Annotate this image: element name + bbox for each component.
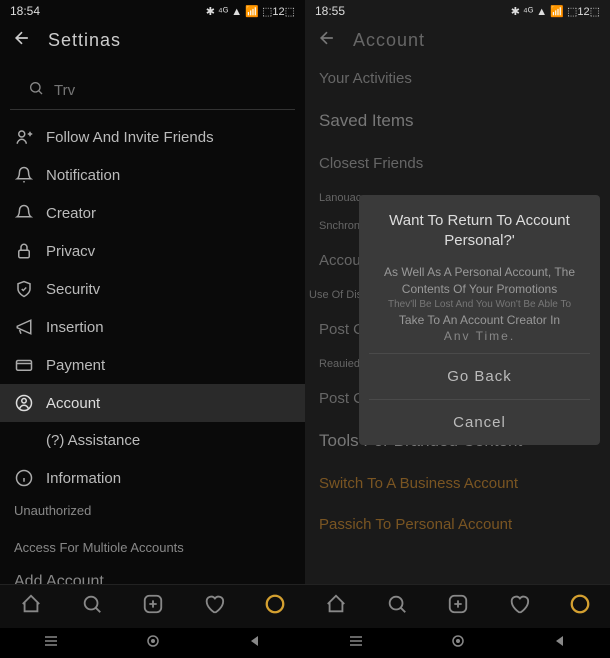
page-title: Account [353, 30, 425, 51]
menu-insertion[interactable]: Insertion [0, 308, 305, 346]
bell-icon [14, 166, 34, 184]
status-time: 18:54 [10, 4, 40, 18]
menu-notification[interactable]: Notification [0, 156, 305, 194]
shield-icon [14, 280, 34, 298]
add-icon[interactable] [447, 593, 469, 620]
menu-creator[interactable]: Creator [0, 194, 305, 232]
search-icon[interactable] [386, 593, 408, 620]
page-title: Settinas [48, 30, 121, 51]
menu-follow-invite[interactable]: Follow And Invite Friends [0, 118, 305, 156]
menu-information[interactable]: Information [0, 459, 305, 497]
heart-icon[interactable] [203, 593, 225, 620]
status-bar: 18:54 ✱ ⁴ᴳ ▲ 📶 ⬚12⬚ [0, 0, 305, 22]
sys-home-icon[interactable] [451, 634, 465, 653]
menu-label: Privacv [46, 243, 95, 260]
item-saved[interactable]: Saved Items [305, 99, 610, 143]
menu-label: Account [46, 395, 100, 412]
menu-label: Notification [46, 167, 120, 184]
add-icon[interactable] [142, 593, 164, 620]
item-closest-friends[interactable]: Closest Friends [305, 143, 610, 184]
menu-label: Payment [46, 357, 105, 374]
header: Settinas [0, 22, 305, 58]
modal-line: Take To An Account Creator In [369, 312, 590, 329]
system-nav [305, 628, 610, 658]
modal-line: As Well As A Personal Account, The Conte… [369, 264, 590, 298]
system-nav [0, 628, 305, 658]
menu-assistance[interactable]: (?) Assistance [0, 422, 305, 459]
menu-label: Securitv [46, 281, 100, 298]
menu-label: Information [46, 470, 121, 487]
item-switch-personal[interactable]: Passich To Personal Account [305, 504, 610, 545]
screen-account: 18:55 ✱ ⁴ᴳ ▲ 📶 ⬚12⬚ Account Your Activit… [305, 0, 610, 658]
search-icon[interactable] [81, 593, 103, 620]
megaphone-icon [14, 318, 34, 336]
menu-security[interactable]: Securitv [0, 270, 305, 308]
modal-line: Anv Time. [369, 328, 590, 345]
home-icon[interactable] [325, 593, 347, 620]
back-icon[interactable] [317, 28, 337, 53]
menu-label: Follow And Invite Friends [46, 129, 214, 146]
profile-icon[interactable] [264, 593, 286, 620]
menu-label: Insertion [46, 319, 104, 336]
menu-payment[interactable]: Payment [0, 346, 305, 384]
sys-menu-icon[interactable] [44, 634, 58, 653]
modal-cancel-button[interactable]: Cancel [369, 399, 590, 445]
home-icon[interactable] [20, 593, 42, 620]
info-icon [14, 469, 34, 487]
sys-back-icon[interactable] [554, 634, 566, 652]
modal-title: Want To Return To Account Personal?' [369, 211, 590, 250]
status-icons: ✱ ⁴ᴳ ▲ 📶 ⬚12⬚ [511, 5, 600, 18]
search-input[interactable] [54, 82, 277, 99]
sub-unauthorized: Unauthorized [0, 497, 305, 524]
heart-icon[interactable] [508, 593, 530, 620]
search-row[interactable] [10, 70, 295, 110]
menu-account[interactable]: Account [0, 384, 305, 422]
header: Account [305, 22, 610, 58]
modal-body: As Well As A Personal Account, The Conte… [369, 264, 590, 345]
sys-menu-icon[interactable] [349, 634, 363, 653]
item-switch-business[interactable]: Switch To A Business Account [305, 463, 610, 504]
menu-privacy[interactable]: Privacv [0, 232, 305, 270]
lock-icon [14, 242, 34, 260]
status-time: 18:55 [315, 4, 345, 18]
modal-go-back-button[interactable]: Go Back [369, 353, 590, 399]
bottom-nav [0, 584, 305, 628]
item-activities[interactable]: Your Activities [305, 58, 610, 99]
sys-home-icon[interactable] [146, 634, 160, 653]
modal-return-personal: Want To Return To Account Personal?' As … [359, 195, 600, 445]
modal-line: Thev'll Be Lost And You Won't Be Able To [369, 298, 590, 312]
back-icon[interactable] [12, 28, 32, 53]
sys-back-icon[interactable] [249, 634, 261, 652]
menu-label: Creator [46, 205, 96, 222]
sub-access-multiple: Access For Multiole Accounts [0, 534, 305, 561]
search-icon [28, 80, 44, 101]
status-bar: 18:55 ✱ ⁴ᴳ ▲ 📶 ⬚12⬚ [305, 0, 610, 22]
person-plus-icon [14, 128, 34, 146]
profile-icon[interactable] [569, 593, 591, 620]
screen-settings: 18:54 ✱ ⁴ᴳ ▲ 📶 ⬚12⬚ Settinas Follow And … [0, 0, 305, 658]
menu-label: (?) Assistance [46, 432, 140, 449]
card-icon [14, 356, 34, 374]
account-icon [14, 394, 34, 412]
bell-icon [14, 204, 34, 222]
bottom-nav [305, 584, 610, 628]
status-icons: ✱ ⁴ᴳ ▲ 📶 ⬚12⬚ [206, 5, 295, 18]
